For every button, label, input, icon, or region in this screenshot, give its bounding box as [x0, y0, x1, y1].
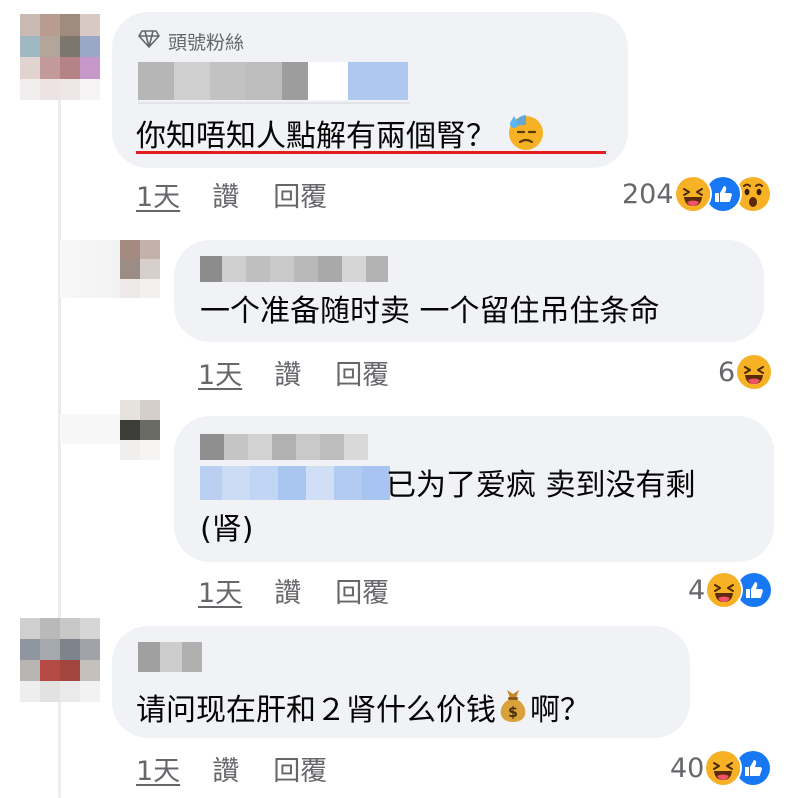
like-button[interactable]: 讚 [274, 353, 301, 392]
comment-text-continued: (肾) [200, 512, 254, 547]
comment-text: 一个准备随时卖 一个留住吊住条命 [200, 294, 660, 329]
haha-reaction-icon [675, 177, 710, 211]
avatar[interactable] [20, 14, 100, 100]
haha-reaction-icon [707, 573, 742, 607]
author-name[interactable] [138, 642, 202, 672]
highlight-underline [136, 151, 606, 154]
comment-actions: 1天 讚 回覆 [136, 175, 327, 214]
author-name[interactable] [200, 434, 368, 460]
reply-button[interactable]: 回覆 [273, 749, 327, 788]
reply-button[interactable]: 回覆 [335, 571, 389, 610]
timestamp-link[interactable]: 1天 [136, 749, 180, 788]
timestamp-link[interactable]: 1天 [198, 571, 242, 610]
badge-label: 頭號粉絲 [168, 31, 245, 54]
reaction-count: 40 [670, 752, 705, 784]
reaction-summary[interactable]: 40 [670, 748, 771, 788]
comment-actions: 1天 讚 回覆 [136, 749, 327, 788]
reaction-count: 4 [688, 574, 706, 606]
reaction-summary[interactable]: 6 [718, 352, 772, 392]
like-reaction-icon [705, 177, 740, 211]
comment-actions: 1天 讚 回覆 [198, 571, 389, 610]
reaction-count: 204 [622, 178, 674, 210]
avatar-shadow [60, 414, 120, 444]
like-button[interactable]: 讚 [212, 749, 239, 788]
timestamp-link[interactable]: 1天 [136, 175, 180, 214]
svg-text:$: $ [508, 705, 518, 721]
like-reaction-icon [737, 573, 772, 607]
comment-text: 已为了爱疯 卖到没有剩 [386, 468, 696, 503]
mentioned-user[interactable] [200, 466, 390, 500]
reaction-count: 6 [718, 356, 736, 388]
downcast-sweat-face-icon [506, 112, 546, 163]
top-fan-badge: 頭號粉絲 [138, 28, 244, 54]
reaction-summary[interactable]: 4 [688, 570, 772, 610]
comment-text: 你知唔知人點解有兩個腎？ [136, 112, 546, 163]
wow-reaction-icon [735, 177, 770, 211]
avatar[interactable] [120, 240, 160, 298]
divider [138, 102, 410, 104]
avatar[interactable] [120, 400, 160, 460]
reaction-summary[interactable]: 204 [622, 174, 770, 214]
money-bag-icon: $ [496, 686, 530, 737]
timestamp-link[interactable]: 1天 [198, 353, 242, 392]
author-name[interactable] [138, 62, 408, 100]
reply-button[interactable]: 回覆 [335, 353, 389, 392]
avatar[interactable] [20, 618, 100, 702]
like-reaction-icon [736, 751, 771, 785]
haha-reaction-icon [737, 355, 772, 389]
haha-reaction-icon [706, 751, 741, 785]
like-button[interactable]: 讚 [274, 571, 301, 610]
comment-text: 请问现在肝和２肾什么价钱 $ 啊？ [136, 686, 590, 737]
like-button[interactable]: 讚 [212, 175, 239, 214]
reply-button[interactable]: 回覆 [273, 175, 327, 214]
comment-actions: 1天 讚 回覆 [198, 353, 389, 392]
avatar-shadow [60, 240, 120, 298]
diamond-icon [138, 29, 160, 54]
author-name[interactable] [200, 256, 388, 282]
